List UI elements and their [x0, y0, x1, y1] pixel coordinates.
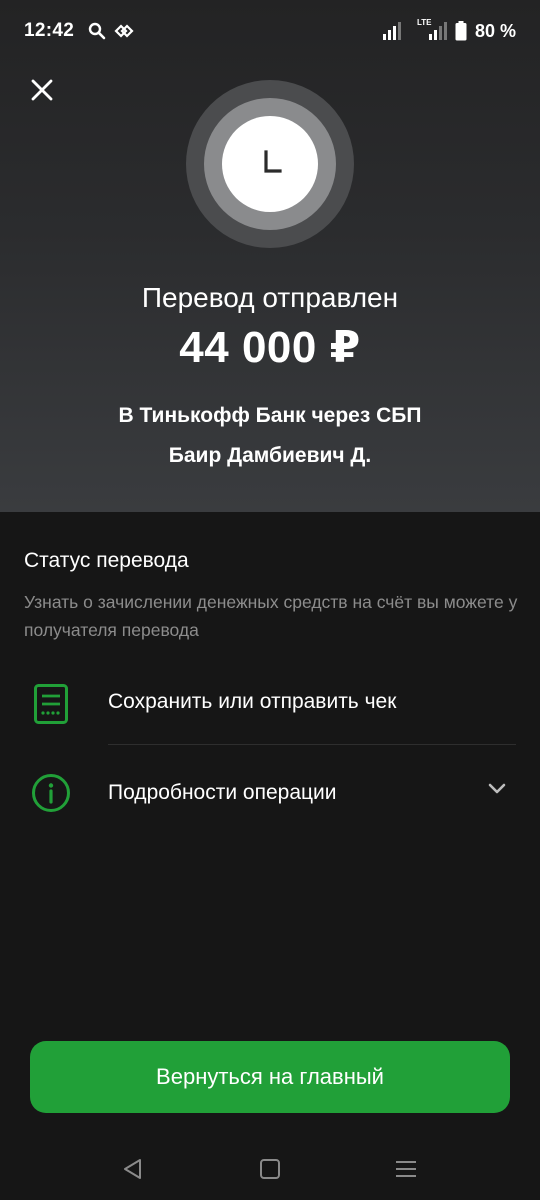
chevron-down-icon [488, 783, 506, 794]
info-icon [32, 774, 70, 812]
system-nav-bar [0, 1140, 540, 1200]
lte-indicator: LTE [417, 18, 447, 40]
bank-line: В Тинькофф Банк через СБП [118, 404, 422, 427]
status-title: Статус перевода [24, 549, 189, 572]
return-home-button[interactable]: Вернуться на главный [30, 1041, 510, 1113]
transfer-success-screen: 12:42 LTE 80 % Перевод отправлен 44 000 … [0, 0, 540, 1200]
status-bar: 12:42 LTE 80 % [0, 0, 540, 62]
recipient-name: Баир Дамбиевич Д. [168, 444, 372, 467]
signal-icon [382, 22, 401, 40]
battery-percent: 80 % [474, 20, 516, 41]
close-button[interactable] [24, 72, 60, 108]
home-nav-icon[interactable] [257, 1156, 283, 1182]
status-time: 12:42 [24, 20, 75, 41]
search-notification-icon [88, 22, 106, 40]
back-nav-icon[interactable] [120, 1156, 146, 1182]
operation-details-label: Подробности операции [108, 781, 337, 804]
clock-icon [186, 80, 354, 248]
close-icon [31, 79, 53, 101]
save-receipt-label: Сохранить или отправить чек [108, 690, 397, 713]
hero-header [0, 0, 540, 512]
operation-details-toggle[interactable]: Подробности операции [0, 748, 540, 836]
transfer-amount: 44 000 ₽ [179, 323, 361, 372]
receipt-icon [34, 684, 68, 724]
divider [108, 744, 516, 745]
battery-icon [455, 21, 467, 41]
status-description: Узнать о зачислении денежных средств на … [24, 592, 518, 640]
app-notification-icon [114, 24, 134, 38]
page-title: Перевод отправлен [141, 282, 399, 313]
recents-nav-icon[interactable] [393, 1156, 419, 1182]
save-receipt-button[interactable]: Сохранить или отправить чек [0, 660, 540, 748]
